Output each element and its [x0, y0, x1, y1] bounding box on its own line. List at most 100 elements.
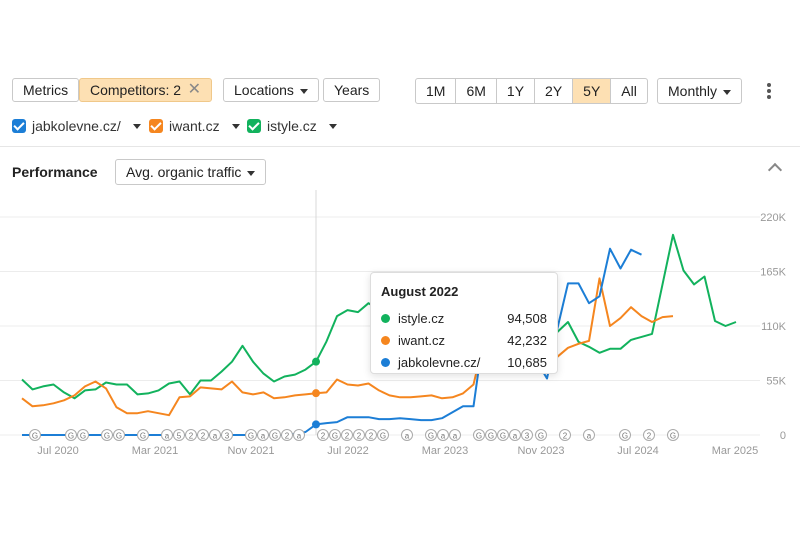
annotation-label: 2 — [321, 432, 326, 441]
x-tick-label: Nov 2023 — [517, 445, 564, 457]
x-tick-label: Mar 2021 — [132, 445, 178, 457]
competitors-label: Competitors: 2 — [90, 82, 182, 98]
annotation-label: G — [380, 432, 386, 441]
annotation-label: 2 — [647, 432, 652, 441]
annotation-label: 2 — [201, 432, 206, 441]
annotation-label: a — [213, 432, 218, 441]
series-dot-icon — [381, 357, 390, 367]
legend-item-istyle[interactable]: istyle.cz — [247, 118, 337, 134]
annotation-label: 2 — [357, 432, 362, 441]
annotation-label: G — [68, 432, 74, 441]
annotation-label: G — [116, 432, 122, 441]
annotation-label: 2 — [345, 432, 350, 441]
interval-dropdown[interactable]: Monthly — [657, 78, 743, 104]
annotation-label: G — [538, 432, 544, 441]
checkbox-icon[interactable] — [247, 119, 261, 133]
series-point — [312, 389, 320, 398]
annotation-label: G — [476, 432, 482, 441]
range-selector: 1M 6M 1Y 2Y 5Y All — [415, 78, 648, 104]
annotation-label: a — [441, 432, 446, 441]
chevron-down-icon[interactable] — [328, 123, 337, 129]
annotation-label: a — [261, 432, 266, 441]
tooltip-title: August 2022 — [381, 284, 459, 299]
chevron-down-icon[interactable] — [231, 123, 240, 129]
series-dot-icon — [381, 335, 390, 345]
chevron-down-icon[interactable] — [132, 123, 141, 129]
x-tick-label: Jul 2024 — [617, 445, 659, 457]
annotation-label: G — [140, 432, 146, 441]
range-1m[interactable]: 1M — [416, 79, 457, 103]
chevron-down-icon — [723, 89, 732, 95]
metrics-button[interactable]: Metrics — [12, 78, 80, 102]
tooltip-series-name: istyle.cz — [398, 310, 445, 326]
range-all[interactable]: All — [611, 79, 647, 103]
legend-label: istyle.cz — [267, 118, 317, 134]
checkbox-icon[interactable] — [149, 119, 163, 133]
annotation-label: a — [165, 432, 170, 441]
annotation-label: 2 — [369, 432, 374, 441]
tooltip-row: istyle.cz 94,508 — [381, 307, 547, 329]
annotation-label: G — [104, 432, 110, 441]
series-point — [312, 357, 320, 366]
annotation-label: G — [248, 432, 254, 441]
annotation-label: 2 — [563, 432, 568, 441]
performance-title: Performance — [12, 164, 98, 180]
chevron-down-icon — [247, 170, 256, 176]
metric-dropdown[interactable]: Avg. organic traffic — [115, 159, 267, 185]
x-tick-label: Jul 2020 — [37, 445, 79, 457]
annotation-label: 2 — [285, 432, 290, 441]
annotation-label: G — [670, 432, 676, 441]
series-dot-icon — [381, 313, 390, 323]
annotation-label: 5 — [177, 432, 182, 441]
annotation-label: G — [32, 432, 38, 441]
annotation-label: G — [272, 432, 278, 441]
annotation-label: a — [405, 432, 410, 441]
legend-item-iwant[interactable]: iwant.cz — [149, 118, 240, 134]
annotation-label: G — [428, 432, 434, 441]
y-tick-label: 110K — [761, 321, 787, 333]
annotation-label: a — [587, 432, 592, 441]
annotation-label: G — [488, 432, 494, 441]
more-options-icon[interactable] — [767, 83, 771, 101]
years-button[interactable]: Years — [323, 78, 381, 102]
series-line-iwant-cz — [21, 277, 674, 417]
annotation-label: 3 — [525, 432, 530, 441]
annotation-label: G — [622, 432, 628, 441]
annotation-label: G — [80, 432, 86, 441]
competitors-button[interactable]: Competitors: 2 ✕ — [79, 78, 213, 102]
x-tick-label: Mar 2025 — [712, 445, 758, 457]
y-tick-label: 55K — [766, 376, 786, 388]
annotation-label: a — [513, 432, 518, 441]
annotation-label: 3 — [225, 432, 230, 441]
annotation-label: a — [297, 432, 302, 441]
range-2y[interactable]: 2Y — [535, 79, 574, 103]
range-1y[interactable]: 1Y — [497, 79, 536, 103]
tooltip-series-value: 94,508 — [507, 310, 547, 326]
tooltip-row: jabkolevne.cz/ 10,685 — [381, 351, 547, 373]
metric-label: Avg. organic traffic — [126, 164, 242, 180]
locations-label: Locations — [234, 82, 294, 98]
annotation-label: 2 — [189, 432, 194, 441]
x-tick-label: Jul 2022 — [327, 445, 369, 457]
tooltip-series-value: 10,685 — [507, 354, 547, 370]
annotation-label: a — [453, 432, 458, 441]
y-tick-label: 165K — [760, 267, 786, 279]
legend-label: jabkolevne.cz/ — [32, 118, 121, 134]
series-point — [312, 420, 320, 429]
range-6m[interactable]: 6M — [456, 79, 497, 103]
x-tick-label: Mar 2023 — [422, 445, 468, 457]
chevron-down-icon — [299, 88, 308, 94]
interval-label: Monthly — [668, 83, 718, 99]
chart-tooltip: August 2022 istyle.cz 94,508 iwant.cz 42… — [370, 272, 558, 374]
range-5y[interactable]: 5Y — [573, 79, 612, 103]
checkbox-icon[interactable] — [12, 119, 26, 133]
locations-dropdown[interactable]: Locations — [223, 78, 319, 102]
legend-item-jabkolevne[interactable]: jabkolevne.cz/ — [12, 118, 141, 134]
annotation-label: G — [500, 432, 506, 441]
legend-label: iwant.cz — [169, 118, 220, 134]
chevron-up-icon[interactable] — [767, 162, 783, 178]
close-icon[interactable]: ✕ — [188, 79, 201, 101]
tooltip-series-value: 42,232 — [507, 332, 547, 348]
tooltip-series-name: iwant.cz — [398, 332, 445, 348]
y-tick-label: 0 — [780, 430, 786, 442]
